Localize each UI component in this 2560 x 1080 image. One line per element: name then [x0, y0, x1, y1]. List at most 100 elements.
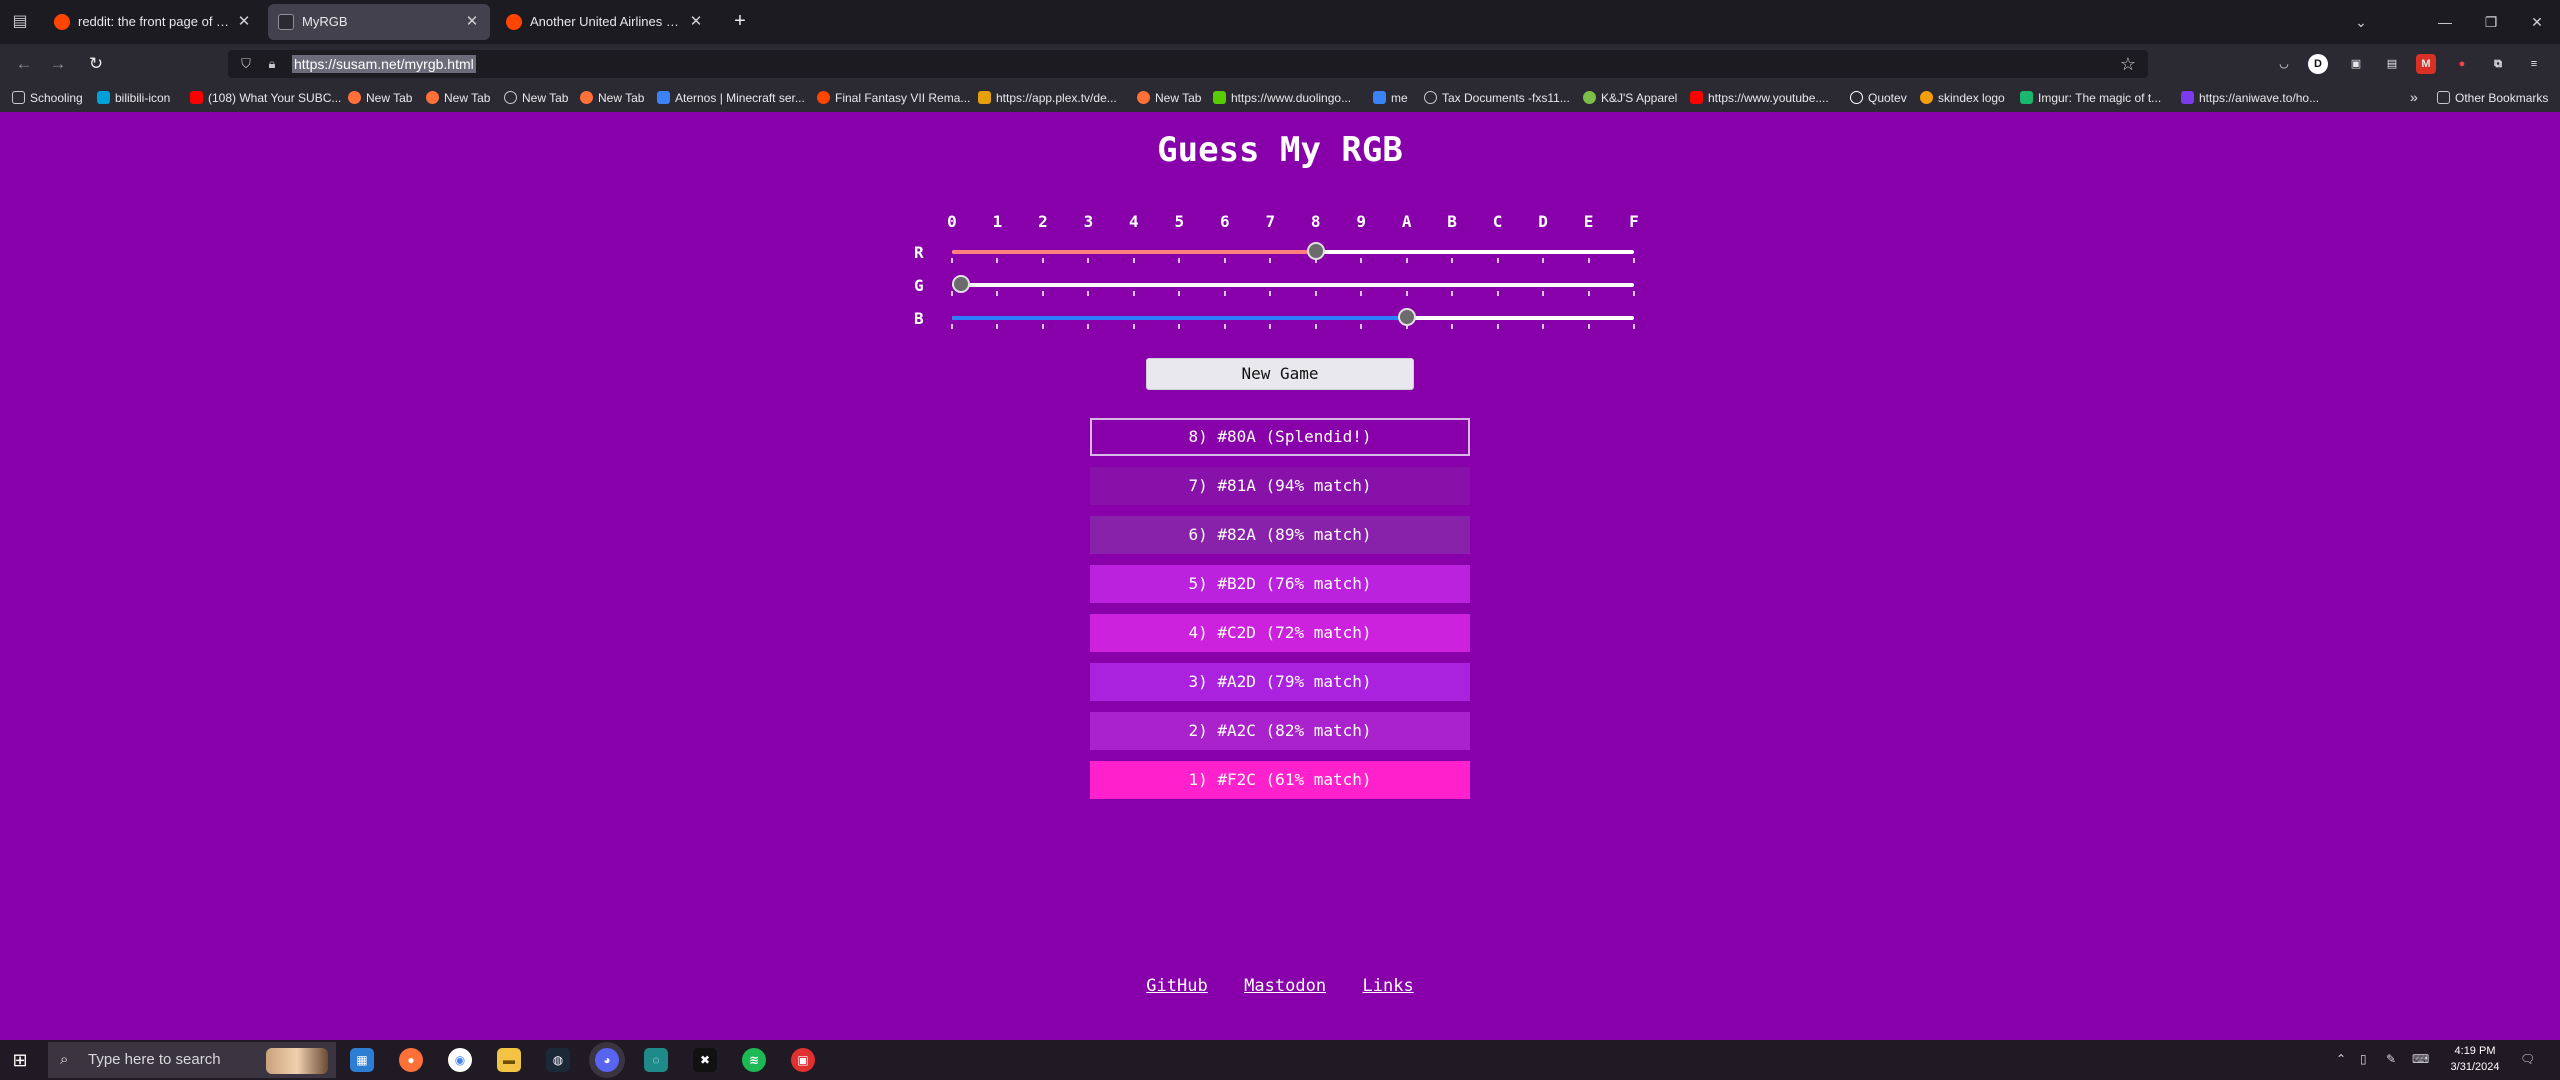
- bookmark-item[interactable]: me: [1373, 89, 1408, 107]
- bookmark-item[interactable]: Final Fantasy VII Rema...: [817, 89, 970, 107]
- slider-tick: [1405, 258, 1408, 263]
- green-slider[interactable]: [951, 275, 1635, 296]
- bookmark-item[interactable]: New Tab: [426, 89, 490, 107]
- hex-digit-label: B: [1447, 212, 1457, 231]
- hex-digit-label: A: [1401, 212, 1412, 231]
- app-menu-icon[interactable]: ≡: [2524, 54, 2544, 74]
- address-bar[interactable]: ⛉ 🔒︎ https://susam.net/myrgb.html ☆: [228, 50, 2148, 78]
- bookmark-item[interactable]: Schooling: [12, 89, 83, 107]
- slider-tick: [1405, 291, 1408, 296]
- bookmark-item[interactable]: Tax Documents -fxs11...: [1424, 89, 1570, 107]
- pocket-icon[interactable]: ◡: [2274, 54, 2294, 74]
- github-link[interactable]: GitHub: [1146, 976, 1207, 996]
- blue-label: B: [914, 309, 924, 328]
- list-all-tabs-chevron-icon[interactable]: ⌄: [2346, 10, 2376, 34]
- taskbar-clock[interactable]: 4:19 PM 3/31/2024: [2440, 1043, 2510, 1075]
- folder-icon: [12, 91, 25, 104]
- pen-icon[interactable]: ✎: [2386, 1052, 2396, 1066]
- slider-tick: [1633, 324, 1635, 329]
- links-link[interactable]: Links: [1363, 976, 1414, 996]
- extension-lock-icon[interactable]: ▣: [2346, 54, 2366, 74]
- show-hidden-icons-chevron-icon[interactable]: ⌃: [2336, 1052, 2346, 1066]
- file-explorer-icon[interactable]: ▬: [497, 1048, 521, 1072]
- more-bookmarks-chevron-icon[interactable]: »: [2410, 89, 2418, 105]
- gmail-icon[interactable]: M: [2416, 54, 2436, 74]
- slider-tick: [1269, 324, 1272, 329]
- bookmark-item[interactable]: Aternos | Minecraft ser...: [657, 89, 805, 107]
- epic-games-icon[interactable]: ✖: [693, 1048, 717, 1072]
- blue-slider-ticks: [951, 324, 1635, 330]
- forward-arrow-icon[interactable]: →: [44, 52, 72, 76]
- shield-icon[interactable]: ⛉: [238, 56, 254, 72]
- aniwave-icon: [2181, 91, 2194, 104]
- close-tab-icon[interactable]: ✕: [462, 12, 482, 32]
- bookmark-item[interactable]: Quotev: [1850, 89, 1907, 107]
- tab-myrgb[interactable]: MyRGB ✕: [268, 4, 490, 40]
- restore-window-icon[interactable]: ❐: [2476, 10, 2506, 34]
- extension-record-icon[interactable]: ●: [2452, 54, 2472, 74]
- app-teal-icon[interactable]: ◌: [644, 1048, 668, 1072]
- tab-reddit[interactable]: reddit: the front page of the internet ✕: [44, 4, 262, 40]
- bookmark-item[interactable]: skindex logo: [1920, 89, 2005, 107]
- mastodon-link[interactable]: Mastodon: [1244, 976, 1326, 996]
- red-slider[interactable]: [951, 242, 1635, 263]
- windows-taskbar: ⊞ ⌕ Type here to search ▦ ● ◉ ▬ ◍ ◕ ◌ ✖ …: [0, 1040, 2560, 1080]
- firefox-taskbar-icon[interactable]: ●: [399, 1048, 423, 1072]
- tab-list-icon[interactable]: ▤: [8, 10, 32, 34]
- tab-united-airlines[interactable]: Another United Airlines plane has ✕: [496, 4, 714, 40]
- lock-icon[interactable]: 🔒︎: [264, 56, 280, 72]
- bookmark-item[interactable]: New Tab: [1137, 89, 1201, 107]
- close-tab-icon[interactable]: ✕: [234, 12, 254, 32]
- bookmark-item[interactable]: https://www.duolingo...: [1213, 89, 1351, 107]
- other-bookmarks[interactable]: Other Bookmarks: [2437, 89, 2548, 107]
- minimize-window-icon[interactable]: —: [2430, 10, 2460, 34]
- bookmark-item[interactable]: Imgur: The magic of t...: [2020, 89, 2161, 107]
- red-slider-row: R: [914, 239, 1635, 267]
- new-game-button[interactable]: New Game: [1146, 358, 1414, 390]
- red-slider-thumb[interactable]: [1306, 242, 1325, 260]
- bookmark-item[interactable]: (108) What Your SUBC...: [190, 89, 341, 107]
- back-arrow-icon[interactable]: ←: [10, 52, 38, 76]
- slider-tick: [996, 291, 999, 296]
- close-tab-icon[interactable]: ✕: [686, 12, 706, 32]
- discord-icon[interactable]: ◕: [595, 1048, 619, 1072]
- chrome-taskbar-icon[interactable]: ◉: [448, 1048, 472, 1072]
- red-app-icon[interactable]: ▣: [791, 1048, 815, 1072]
- folder-icon: [2437, 91, 2450, 104]
- extension-card-icon[interactable]: ▤: [2382, 54, 2402, 74]
- bookmark-item[interactable]: New Tab: [348, 89, 412, 107]
- steam-icon[interactable]: ◍: [546, 1048, 570, 1072]
- keyboard-icon[interactable]: ⌨: [2412, 1052, 2429, 1066]
- blue-slider-thumb[interactable]: [1397, 308, 1416, 326]
- bookmark-item[interactable]: New Tab: [580, 89, 644, 107]
- close-window-icon[interactable]: ✕: [2522, 10, 2552, 34]
- hex-digit-label: 3: [1083, 212, 1094, 231]
- bookmark-item[interactable]: https://aniwave.to/ho...: [2181, 89, 2319, 107]
- slider-tick: [1587, 258, 1590, 263]
- bookmark-item[interactable]: K&J'S Apparel: [1583, 89, 1677, 107]
- hex-digit-label: 6: [1219, 212, 1230, 231]
- extensions-puzzle-icon[interactable]: ⧉: [2488, 54, 2508, 74]
- spotify-icon[interactable]: ≋: [742, 1048, 766, 1072]
- bilibili-icon: [97, 91, 110, 104]
- me-icon: [1373, 91, 1386, 104]
- bookmark-item[interactable]: https://www.youtube....: [1690, 89, 1829, 107]
- slider-tick: [1542, 291, 1545, 296]
- tray-app-icon[interactable]: ▯: [2360, 1052, 2367, 1066]
- slider-tick: [1041, 291, 1044, 296]
- windows-start-icon[interactable]: ⊞: [10, 1050, 30, 1070]
- new-tab-plus-icon[interactable]: +: [728, 10, 752, 34]
- reload-icon[interactable]: ↻: [82, 52, 110, 76]
- green-slider-thumb[interactable]: [952, 275, 970, 293]
- firefox-icon: [1137, 91, 1150, 104]
- blue-slider[interactable]: [951, 308, 1635, 329]
- bookmark-item[interactable]: https://app.plex.tv/de...: [978, 89, 1117, 107]
- bookmark-star-icon[interactable]: ☆: [2120, 54, 2136, 74]
- url-text[interactable]: https://susam.net/myrgb.html: [292, 55, 476, 73]
- notifications-icon[interactable]: 🗨︎: [2520, 1052, 2535, 1066]
- sandbox-app-icon[interactable]: ▦: [350, 1048, 374, 1072]
- bookmark-item[interactable]: bilibili-icon: [97, 89, 170, 107]
- bookmark-item[interactable]: New Tab: [504, 89, 568, 107]
- extension-d-icon[interactable]: D: [2308, 54, 2328, 74]
- taskbar-search-box[interactable]: ⌕ Type here to search: [48, 1042, 336, 1078]
